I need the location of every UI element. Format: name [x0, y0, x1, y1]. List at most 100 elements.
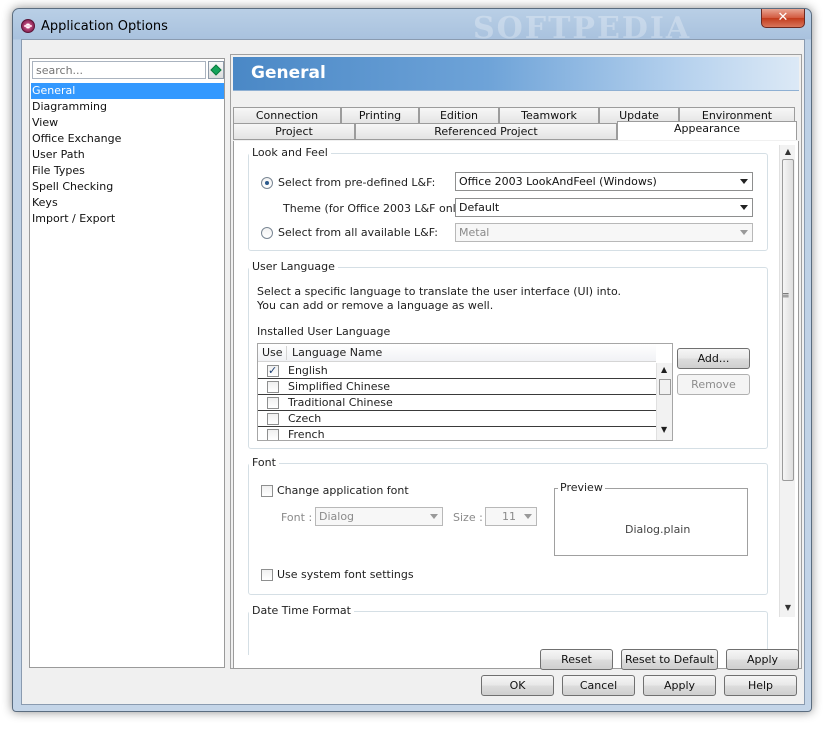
font-family-value: Dialog — [319, 510, 355, 523]
language-use-checkbox[interactable] — [267, 381, 279, 393]
tab-edition[interactable]: Edition — [419, 107, 499, 124]
nav-item-keys[interactable]: Keys — [31, 195, 224, 211]
predefined-lf-label: Select from pre-defined L&F: — [278, 176, 436, 189]
font-preview-box: Preview Dialog.plain — [554, 481, 748, 556]
predefined-lf-select[interactable]: Office 2003 LookAndFeel (Windows) — [455, 172, 753, 191]
dialog-client-area: General Diagramming View Office Exchange… — [21, 39, 805, 705]
scroll-up-icon[interactable]: ▲ — [661, 365, 667, 374]
nav-item-view[interactable]: View — [31, 115, 224, 131]
nav-item-general[interactable]: General — [31, 83, 224, 99]
chevron-down-icon — [524, 514, 532, 519]
font-size-select[interactable]: 11 — [485, 507, 537, 526]
font-size-value: 11 — [502, 510, 516, 523]
font-family-label: Font : — [281, 511, 313, 524]
font-preview-title: Preview — [558, 481, 605, 494]
nav-item-spell-checking[interactable]: Spell Checking — [31, 179, 224, 195]
col-language-name-header[interactable]: Language Name — [292, 344, 382, 362]
nav-item-diagramming[interactable]: Diagramming — [31, 99, 224, 115]
scroll-down-icon[interactable]: ▼ — [661, 425, 667, 434]
all-lf-select[interactable]: Metal — [455, 223, 753, 242]
tab-teamwork[interactable]: Teamwork — [499, 107, 599, 124]
tab-project[interactable]: Project — [233, 123, 355, 140]
options-nav-panel: General Diagramming View Office Exchange… — [29, 58, 225, 668]
language-table-scrollbar[interactable]: ▲ ▼ — [656, 363, 672, 440]
scroll-thumb[interactable] — [659, 379, 671, 395]
scroll-thumb[interactable] — [782, 159, 794, 481]
appearance-tab-body: Look and Feel Select from pre-defined L&… — [233, 141, 799, 669]
tab-connection[interactable]: Connection — [233, 107, 341, 124]
look-and-feel-title: Look and Feel — [249, 146, 331, 159]
ok-button[interactable]: OK — [481, 675, 554, 696]
predefined-lf-radio[interactable] — [261, 177, 273, 189]
remove-language-button[interactable]: Remove — [677, 374, 750, 395]
nav-list: General Diagramming View Office Exchange… — [31, 83, 224, 227]
theme-select[interactable]: Default — [455, 198, 753, 217]
nav-item-office-exchange[interactable]: Office Exchange — [31, 131, 224, 147]
change-font-checkbox[interactable] — [261, 485, 273, 497]
scroll-grip-icon: ≡ — [782, 291, 790, 301]
chevron-down-icon — [430, 514, 438, 519]
language-use-checkbox[interactable] — [267, 413, 279, 425]
system-font-label: Use system font settings — [277, 568, 414, 581]
header-banner: General — [233, 57, 799, 91]
user-language-title: User Language — [249, 260, 338, 273]
tab-referenced-project[interactable]: Referenced Project — [355, 123, 617, 140]
tab-appearance[interactable]: Appearance — [617, 121, 797, 140]
table-row[interactable]: Traditional Chinese — [258, 395, 656, 411]
language-name: English — [288, 364, 328, 377]
nav-item-user-path[interactable]: User Path — [31, 147, 224, 163]
table-row[interactable]: Czech — [258, 411, 656, 427]
font-size-label: Size : — [453, 511, 483, 524]
table-row[interactable]: English — [258, 363, 656, 379]
window-title: Application Options — [41, 19, 168, 34]
close-button[interactable]: ✕ — [761, 9, 805, 28]
font-group: Font Change application font Font : Dial… — [248, 456, 768, 595]
chevron-down-icon — [740, 179, 748, 184]
col-use-header[interactable]: Use — [262, 344, 283, 362]
date-time-format-title: Date Time Format — [249, 604, 354, 617]
dialog-apply-button[interactable]: Apply — [643, 675, 716, 696]
search-go-icon[interactable] — [208, 61, 224, 79]
table-row[interactable]: French — [258, 427, 656, 440]
theme-label: Theme (for Office 2003 L&F only) : — [283, 202, 474, 215]
table-row[interactable]: Simplified Chinese — [258, 379, 656, 395]
appearance-scrollbar[interactable]: ▲ ≡ ▼ — [779, 145, 795, 617]
title-bar[interactable]: Application Options SOFTPEDIA ✕ — [13, 9, 811, 46]
all-lf-label: Select from all available L&F: — [278, 226, 438, 239]
user-language-group: User Language Select a specific language… — [248, 260, 768, 449]
search-input[interactable] — [32, 61, 206, 79]
nav-item-file-types[interactable]: File Types — [31, 163, 224, 179]
panel-apply-button[interactable]: Apply — [726, 649, 799, 670]
system-font-checkbox[interactable] — [261, 569, 273, 581]
predefined-lf-value: Office 2003 LookAndFeel (Windows) — [459, 175, 657, 188]
add-language-button[interactable]: Add... — [677, 348, 750, 369]
reset-to-default-button[interactable]: Reset to Default — [621, 649, 718, 670]
language-table-header: Use Language Name — [258, 344, 656, 362]
language-name: Simplified Chinese — [288, 380, 390, 393]
language-name: Czech — [288, 412, 322, 425]
help-button[interactable]: Help — [724, 675, 797, 696]
language-use-checkbox[interactable] — [267, 363, 279, 378]
cancel-button[interactable]: Cancel — [562, 675, 635, 696]
language-use-checkbox[interactable] — [267, 429, 279, 440]
scroll-up-icon[interactable]: ▲ — [780, 145, 796, 159]
nav-item-import-export[interactable]: Import / Export — [31, 211, 224, 227]
reset-button[interactable]: Reset — [540, 649, 613, 670]
user-language-desc-1: Select a specific language to translate … — [257, 285, 621, 298]
all-lf-radio[interactable] — [261, 227, 273, 239]
user-language-desc-2: You can add or remove a language as well… — [257, 299, 494, 312]
page-title: General — [251, 63, 326, 83]
installed-language-label: Installed User Language — [257, 325, 391, 338]
language-use-checkbox[interactable] — [267, 397, 279, 409]
application-options-window: Application Options SOFTPEDIA ✕ General … — [12, 8, 812, 712]
tab-printing[interactable]: Printing — [341, 107, 419, 124]
scroll-down-icon[interactable]: ▼ — [780, 601, 796, 615]
look-and-feel-group: Look and Feel Select from pre-defined L&… — [248, 146, 768, 251]
language-name: French — [288, 428, 325, 440]
language-table: Use Language Name English Simplified Chi… — [257, 343, 673, 441]
font-preview-text: Dialog.plain — [625, 523, 691, 536]
font-family-select[interactable]: Dialog — [315, 507, 443, 526]
chevron-down-icon — [740, 205, 748, 210]
change-font-label: Change application font — [277, 484, 409, 497]
language-name: Traditional Chinese — [288, 396, 393, 409]
